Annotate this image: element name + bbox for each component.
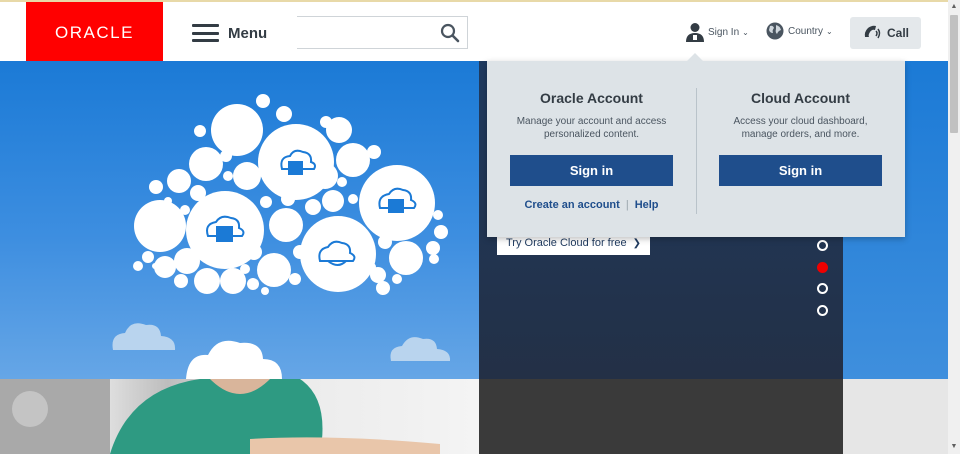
link-separator: | [625, 199, 629, 211]
search-icon[interactable] [440, 23, 460, 43]
oracle-sign-in-button[interactable]: Sign in [510, 155, 673, 186]
oracle-account-section: Oracle Account Manage your account and a… [487, 61, 696, 211]
menu-label: Menu [228, 24, 268, 42]
sign-in-toggle[interactable]: Sign In ⌄ [686, 22, 749, 42]
country-label: Country [788, 25, 824, 37]
promo-right-edge [843, 379, 948, 454]
chevron-down-icon: ⌄ [742, 27, 749, 37]
help-link[interactable]: Help [635, 199, 659, 211]
oracle-account-description: Manage your account and access personali… [516, 116, 667, 140]
hamburger-icon [192, 24, 219, 42]
carousel-dot[interactable] [817, 240, 828, 251]
oracle-logo[interactable]: ORACLE [26, 2, 163, 63]
create-account-link[interactable]: Create an account [524, 199, 619, 211]
phone-icon [864, 25, 881, 39]
hero-illustration [0, 61, 479, 379]
carousel-dot[interactable] [817, 304, 828, 316]
sign-in-label: Sign In [708, 26, 740, 38]
menu-button[interactable]: Menu [192, 23, 267, 43]
cloud-account-description: Access your cloud dashboard, manage orde… [733, 116, 868, 140]
page-scrollbar[interactable]: ▲ ▼ [948, 0, 960, 454]
carousel-dot[interactable] [817, 283, 828, 294]
call-button[interactable]: Call [850, 17, 921, 49]
person-photo [0, 379, 440, 454]
promo-image [0, 379, 479, 454]
search-box [297, 16, 468, 49]
account-dropdown: Oracle Account Manage your account and a… [487, 53, 905, 237]
scroll-down-arrow-icon[interactable]: ▼ [948, 441, 960, 453]
call-label: Call [886, 26, 909, 40]
cloud-bubbles-illustration [112, 94, 451, 379]
oracle-account-links: Create an account | Help [487, 199, 696, 211]
oracle-account-title: Oracle Account [540, 90, 643, 106]
logo-text: ORACLE [55, 22, 134, 42]
user-icon [686, 23, 704, 42]
cloud-account-section: Cloud Account Access your cloud dashboar… [696, 61, 905, 186]
globe-icon [766, 22, 784, 40]
cloud-sign-in-button[interactable]: Sign in [719, 155, 882, 186]
try-button-label: Try Oracle Cloud for free [506, 237, 627, 249]
carousel-indicators [817, 240, 828, 326]
promo-dark-panel [479, 379, 843, 454]
site-header: ORACLE Menu Sign In ⌄ Country ⌄ Call [0, 0, 948, 63]
carousel-dot-active[interactable] [817, 261, 828, 273]
chevron-right-icon: ❯ [632, 237, 642, 249]
cloud-account-title: Cloud Account [750, 90, 851, 106]
chevron-down-icon: ⌄ [826, 26, 833, 36]
search-input[interactable] [297, 17, 427, 48]
scroll-up-arrow-icon[interactable]: ▲ [948, 1, 960, 13]
scrollbar-thumb[interactable] [950, 15, 958, 133]
country-selector[interactable]: Country ⌄ [766, 22, 833, 40]
